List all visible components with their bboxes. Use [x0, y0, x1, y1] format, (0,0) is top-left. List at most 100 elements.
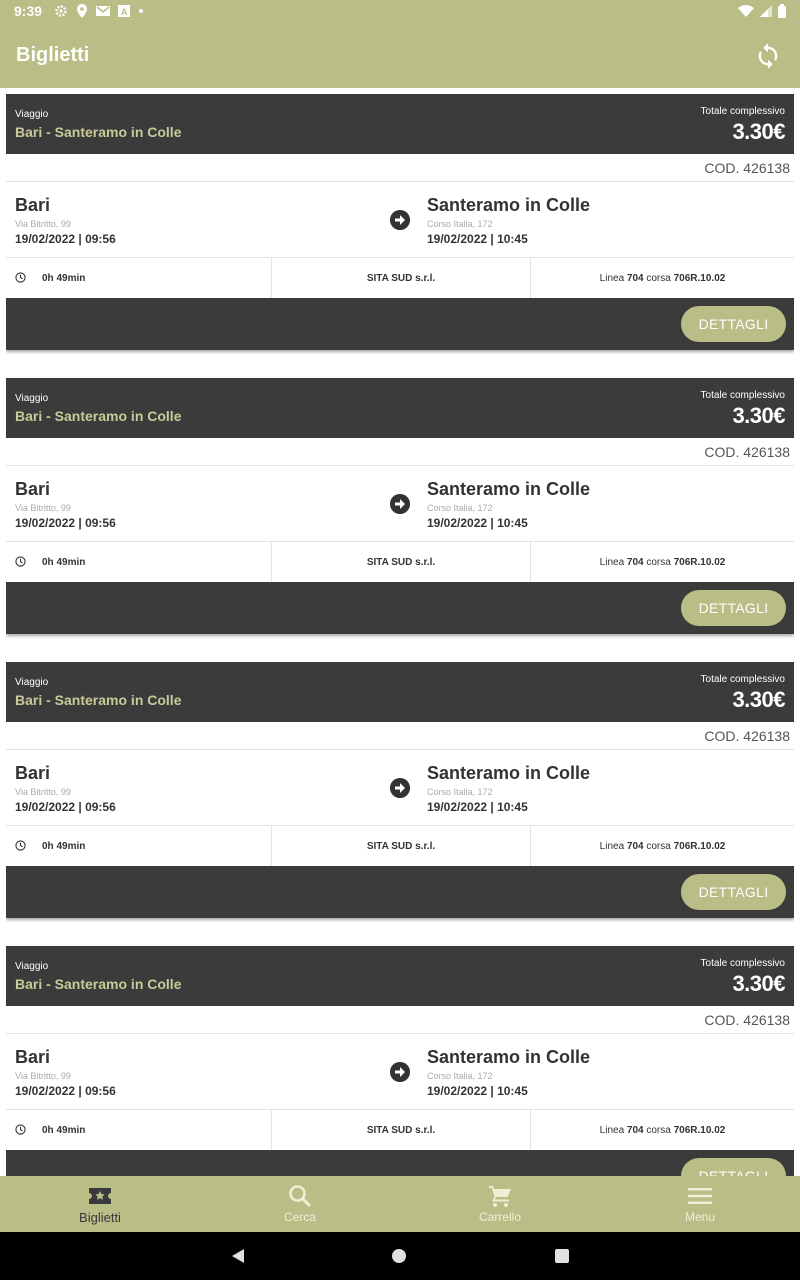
- run-number: 706R.10.02: [673, 1125, 726, 1136]
- line-cell: Linea 704 corsa 706R.10.02: [531, 1110, 794, 1150]
- line-number: 704: [626, 273, 644, 284]
- details-button[interactable]: DETTAGLI: [681, 874, 786, 910]
- company-cell: SITA SUD s.r.l.: [272, 258, 531, 298]
- arrival-address: Corso Italia, 172: [427, 503, 493, 513]
- status-system-icons: [738, 4, 786, 18]
- run-number: 706R.10.02: [673, 557, 726, 568]
- line-prefix: Linea: [599, 273, 625, 284]
- ticket-code-row: COD. 426138: [6, 438, 794, 466]
- line-number: 704: [626, 557, 644, 568]
- nav-item-biglietti[interactable]: Biglietti: [0, 1176, 200, 1232]
- battery-icon: [778, 4, 786, 18]
- details-button[interactable]: DETTAGLI: [681, 1158, 786, 1176]
- home-icon[interactable]: [392, 1249, 406, 1263]
- ticket-header: Viaggio Bari - Santeramo in Colle Totale…: [6, 946, 794, 1006]
- nav-label: Biglietti: [79, 1210, 121, 1225]
- signal-icon: [760, 5, 772, 17]
- clock-icon: [15, 272, 26, 283]
- dot-icon: [139, 9, 143, 13]
- trip-route: Bari - Santeramo in Colle: [15, 124, 182, 140]
- refresh-icon[interactable]: [754, 42, 782, 70]
- ticket-info-row: 0h 49min SITA SUD s.r.l. Linea 704 corsa…: [6, 826, 794, 866]
- clock-icon: [15, 1124, 26, 1135]
- app-bar: Biglietti: [0, 24, 800, 88]
- ticket-footer: DETTAGLI: [6, 1150, 794, 1176]
- arrival-datetime: 19/02/2022 | 10:45: [427, 1084, 528, 1098]
- line-info: Linea 704 corsa 706R.10.02: [600, 841, 726, 852]
- ticket-header: Viaggio Bari - Santeramo in Colle Totale…: [6, 378, 794, 438]
- ticket-route-row: Bari Via Bitritto, 99 19/02/2022 | 09:56…: [6, 1034, 794, 1110]
- total-label: Totale complessivo: [700, 958, 785, 969]
- recent-apps-icon[interactable]: [555, 1249, 569, 1263]
- arrival-datetime: 19/02/2022 | 10:45: [427, 800, 528, 814]
- company-cell: SITA SUD s.r.l.: [272, 1110, 531, 1150]
- ticket-list[interactable]: Viaggio Bari - Santeramo in Colle Totale…: [6, 94, 794, 1176]
- run-prefix: corsa: [646, 841, 671, 852]
- nav-item-menu[interactable]: Menu: [600, 1176, 800, 1232]
- arrival-datetime: 19/02/2022 | 10:45: [427, 516, 528, 530]
- departure-address: Via Bitritto, 99: [15, 219, 71, 229]
- ticket-footer: DETTAGLI: [6, 298, 794, 350]
- line-number: 704: [626, 1125, 644, 1136]
- line-prefix: Linea: [599, 557, 625, 568]
- nav-item-carrello[interactable]: Carrello: [400, 1176, 600, 1232]
- departure-city: Bari: [15, 1047, 51, 1067]
- back-icon[interactable]: [230, 1248, 246, 1264]
- ticket-icon: [89, 1188, 111, 1204]
- arrow-right-icon: [390, 210, 410, 230]
- company-cell: SITA SUD s.r.l.: [272, 542, 531, 582]
- line-info: Linea 704 corsa 706R.10.02: [600, 1125, 726, 1136]
- arrow-right-icon: [390, 494, 410, 514]
- trip-label: Viaggio: [15, 393, 49, 404]
- ticket-route-row: Bari Via Bitritto, 99 19/02/2022 | 09:56…: [6, 182, 794, 258]
- ticket-code-row: COD. 426138: [6, 1006, 794, 1034]
- trip-label: Viaggio: [15, 109, 49, 120]
- trip-duration: 0h 49min: [42, 557, 86, 568]
- arrival-city: Santeramo in Colle: [427, 195, 591, 215]
- ticket-code: COD. 426138: [704, 1012, 790, 1028]
- trip-duration: 0h 49min: [42, 841, 86, 852]
- arrow-right-icon: [390, 1062, 410, 1082]
- ticket-info-row: 0h 49min SITA SUD s.r.l. Linea 704 corsa…: [6, 1110, 794, 1150]
- departure-city: Bari: [15, 195, 51, 215]
- departure-datetime: 19/02/2022 | 09:56: [15, 516, 116, 530]
- status-notification-icons: A: [54, 4, 144, 18]
- ticket-price: 3.30€: [732, 119, 785, 144]
- ticket-code-row: COD. 426138: [6, 154, 794, 182]
- wifi-icon: [738, 5, 754, 17]
- company-cell: SITA SUD s.r.l.: [272, 826, 531, 866]
- duration-cell: 0h 49min: [6, 542, 272, 582]
- bus-company: SITA SUD s.r.l.: [366, 273, 436, 284]
- arrival-city: Santeramo in Colle: [427, 1047, 591, 1067]
- ticket-header: Viaggio Bari - Santeramo in Colle Totale…: [6, 94, 794, 154]
- details-button[interactable]: DETTAGLI: [681, 306, 786, 342]
- ticket-info-row: 0h 49min SITA SUD s.r.l. Linea 704 corsa…: [6, 542, 794, 582]
- ticket-route-row: Bari Via Bitritto, 99 19/02/2022 | 09:56…: [6, 466, 794, 542]
- departure-city: Bari: [15, 763, 51, 783]
- departure-datetime: 19/02/2022 | 09:56: [15, 800, 116, 814]
- ticket-card: Viaggio Bari - Santeramo in Colle Totale…: [6, 378, 794, 634]
- cart-icon: [489, 1186, 511, 1207]
- departure-address: Via Bitritto, 99: [15, 1071, 71, 1081]
- ticket-card: Viaggio Bari - Santeramo in Colle Totale…: [6, 94, 794, 350]
- bus-company: SITA SUD s.r.l.: [366, 841, 436, 852]
- svg-text:A: A: [121, 7, 128, 17]
- nav-item-cerca[interactable]: Cerca: [200, 1176, 400, 1232]
- arrow-right-icon: [390, 778, 410, 798]
- ticket-card: Viaggio Bari - Santeramo in Colle Totale…: [6, 946, 794, 1176]
- trip-route: Bari - Santeramo in Colle: [15, 692, 182, 708]
- total-label: Totale complessivo: [700, 390, 785, 401]
- line-cell: Linea 704 corsa 706R.10.02: [531, 258, 794, 298]
- ticket-code: COD. 426138: [704, 160, 790, 176]
- status-bar: 9:39 A: [0, 0, 800, 24]
- trip-label: Viaggio: [15, 961, 49, 972]
- details-button[interactable]: DETTAGLI: [681, 590, 786, 626]
- arrival-address: Corso Italia, 172: [427, 787, 493, 797]
- duration-cell: 0h 49min: [6, 258, 272, 298]
- run-number: 706R.10.02: [673, 273, 726, 284]
- ticket-footer: DETTAGLI: [6, 866, 794, 918]
- duration-cell: 0h 49min: [6, 826, 272, 866]
- line-cell: Linea 704 corsa 706R.10.02: [531, 542, 794, 582]
- run-prefix: corsa: [646, 273, 671, 284]
- line-info: Linea 704 corsa 706R.10.02: [600, 273, 726, 284]
